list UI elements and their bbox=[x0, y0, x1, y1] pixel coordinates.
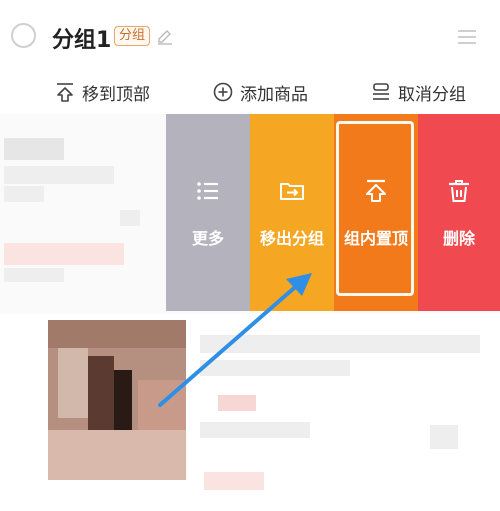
group-title: 分组1 bbox=[52, 28, 112, 53]
folder-arrow-icon bbox=[280, 182, 304, 200]
add-product-button[interactable]: 添加商品 bbox=[212, 78, 308, 106]
move-to-top-label: 移到顶部 bbox=[82, 84, 150, 105]
more-action-button[interactable]: 更多 bbox=[166, 114, 250, 311]
ungroup-label: 取消分组 bbox=[398, 84, 466, 105]
select-radio[interactable] bbox=[11, 23, 36, 48]
blurred-content bbox=[4, 186, 44, 202]
pixel-block bbox=[138, 380, 186, 430]
blurred-content bbox=[200, 335, 480, 353]
blurred-content bbox=[4, 138, 64, 160]
move-out-label: 移出分组 bbox=[259, 228, 324, 248]
blurred-content bbox=[4, 268, 64, 282]
blurred-content bbox=[204, 472, 264, 490]
screen: 分组1 分组 移到顶部 添加商品 取消分组 更多 移出分组 组内置顶 删除 bbox=[0, 0, 500, 511]
move-out-of-group-button[interactable]: 移出分组 bbox=[250, 114, 334, 311]
pixel-block bbox=[48, 430, 186, 480]
move-to-top-icon bbox=[57, 83, 73, 102]
blurred-content bbox=[120, 210, 140, 226]
ungroup-button[interactable]: 取消分组 bbox=[370, 78, 466, 106]
more-label: 更多 bbox=[191, 228, 224, 248]
product-thumbnail[interactable] bbox=[48, 320, 186, 480]
drag-handle-icon[interactable] bbox=[458, 30, 476, 44]
blurred-content bbox=[218, 395, 256, 411]
group-tag-badge: 分组 bbox=[114, 26, 151, 46]
move-to-top-button[interactable]: 移到顶部 bbox=[54, 78, 150, 106]
group-header: 分组1 分组 bbox=[0, 0, 500, 72]
blurred-content bbox=[200, 422, 310, 438]
highlight-box bbox=[336, 121, 414, 296]
pixel-block bbox=[58, 348, 88, 418]
delete-button[interactable]: 删除 bbox=[418, 114, 500, 311]
ungroup-icon bbox=[373, 83, 389, 100]
list-icon bbox=[197, 181, 218, 200]
blurred-content bbox=[200, 360, 350, 376]
blurred-content bbox=[4, 243, 124, 265]
add-product-label: 添加商品 bbox=[240, 84, 308, 105]
trash-icon bbox=[449, 179, 469, 202]
edit-pencil-icon[interactable] bbox=[156, 28, 174, 46]
pixel-block bbox=[48, 320, 186, 348]
blurred-content bbox=[430, 425, 458, 449]
delete-label: 删除 bbox=[442, 228, 475, 248]
plus-circle-icon bbox=[213, 82, 233, 102]
pixel-block bbox=[88, 356, 114, 436]
blurred-content bbox=[4, 166, 114, 184]
group-action-bar: 移到顶部 添加商品 取消分组 bbox=[0, 72, 500, 112]
